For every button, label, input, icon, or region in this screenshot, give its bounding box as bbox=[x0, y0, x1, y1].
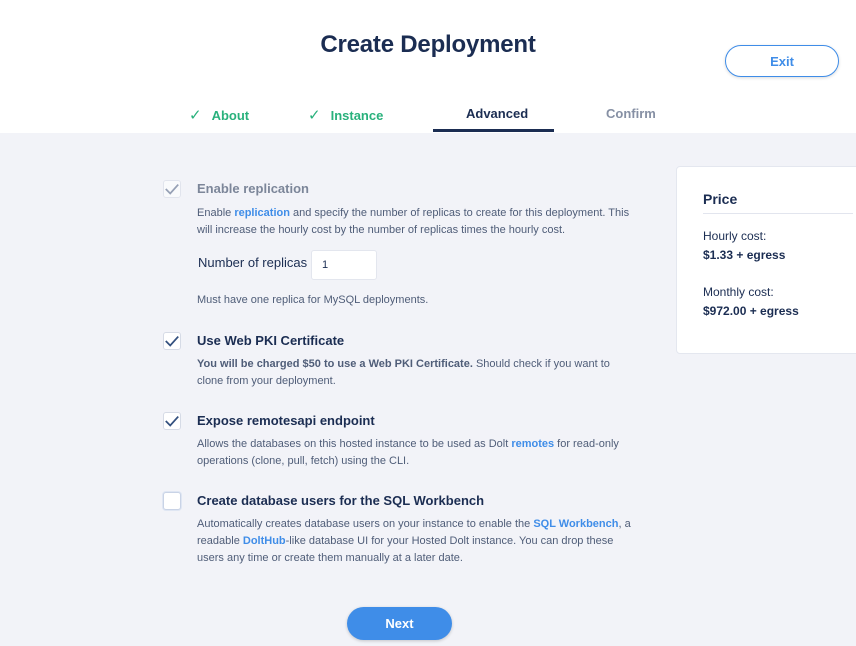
replicas-input[interactable]: 1 bbox=[311, 250, 377, 280]
check-icon: ✓ bbox=[308, 107, 321, 124]
price-title: Price bbox=[703, 191, 738, 207]
web-pki-description: You will be charged $50 to use a Web PKI… bbox=[197, 356, 637, 390]
sql-workbench-link[interactable]: SQL Workbench bbox=[533, 518, 618, 530]
replication-label: Enable replication bbox=[197, 181, 309, 196]
workbench-users-description: Automatically creates database users on … bbox=[197, 516, 637, 567]
monthly-cost-value: $972.00 + egress bbox=[703, 304, 799, 318]
web-pki-checkbox[interactable] bbox=[163, 332, 181, 350]
monthly-cost-label: Monthly cost: bbox=[703, 285, 774, 299]
replicas-note: Must have one replica for MySQL deployme… bbox=[197, 294, 429, 306]
check-icon bbox=[165, 415, 179, 427]
price-divider bbox=[703, 213, 853, 214]
tab-label: About bbox=[211, 107, 250, 123]
workbench-users-label: Create database users for the SQL Workbe… bbox=[197, 493, 485, 508]
hourly-cost-label: Hourly cost: bbox=[703, 229, 767, 243]
replication-link[interactable]: replication bbox=[234, 207, 290, 219]
remotes-link[interactable]: remotes bbox=[511, 438, 554, 450]
desc-text: Allows the databases on this hosted inst… bbox=[197, 438, 512, 450]
active-tab-indicator bbox=[433, 129, 554, 132]
hourly-cost-value: $1.33 + egress bbox=[703, 248, 786, 262]
remotesapi-description: Allows the databases on this hosted inst… bbox=[197, 436, 637, 470]
tab-confirm[interactable]: Confirm bbox=[606, 106, 656, 121]
price-card: Price Hourly cost: $1.33 + egress Monthl… bbox=[676, 166, 856, 354]
tab-about[interactable]: ✓ About bbox=[189, 106, 249, 124]
desc-text: Automatically creates database users on … bbox=[197, 518, 534, 530]
replication-description: Enable replication and specify the numbe… bbox=[197, 205, 637, 239]
exit-button[interactable]: Exit bbox=[725, 45, 839, 77]
tab-label: Instance bbox=[330, 107, 384, 123]
remotesapi-checkbox[interactable] bbox=[163, 412, 181, 430]
next-button[interactable]: Next bbox=[347, 607, 452, 640]
check-icon bbox=[165, 335, 179, 347]
desc-strong: You will be charged $50 to use a Web PKI… bbox=[197, 358, 473, 370]
replication-checkbox[interactable] bbox=[163, 180, 181, 198]
desc-text: Enable bbox=[197, 207, 235, 219]
workbench-users-checkbox[interactable] bbox=[163, 492, 181, 510]
replicas-label: Number of replicas bbox=[198, 255, 308, 270]
tab-label: Confirm bbox=[606, 106, 656, 121]
web-pki-label: Use Web PKI Certificate bbox=[197, 333, 345, 348]
remotesapi-label: Expose remotesapi endpoint bbox=[197, 413, 375, 428]
tab-label: Advanced bbox=[466, 106, 529, 121]
tab-advanced[interactable]: Advanced bbox=[466, 106, 528, 121]
tab-instance[interactable]: ✓ Instance bbox=[308, 106, 383, 124]
dolthub-link[interactable]: DoltHub bbox=[243, 535, 286, 547]
check-icon bbox=[165, 183, 179, 195]
check-icon: ✓ bbox=[189, 107, 202, 124]
